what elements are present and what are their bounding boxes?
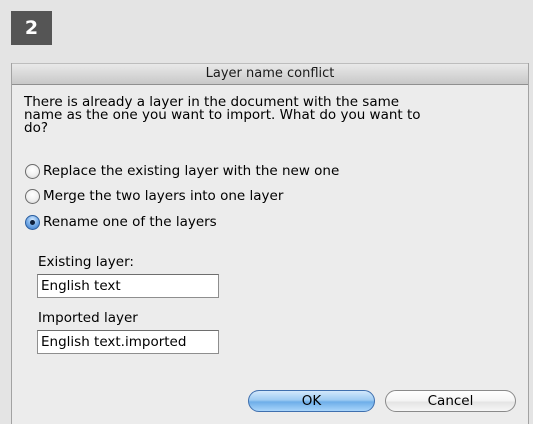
ok-button[interactable]: OK <box>248 390 375 412</box>
radio-button-icon[interactable] <box>25 188 40 204</box>
conflict-message: There is already a layer in the document… <box>24 95 524 136</box>
message-line: name as the one you want to import. What… <box>24 107 421 123</box>
dialog-title: Layer name conflict <box>12 63 528 85</box>
radio-button-icon[interactable] <box>25 163 40 179</box>
imported-layer-field[interactable]: English text.imported <box>37 330 219 354</box>
imported-layer-label: Imported layer <box>38 310 138 326</box>
step-number-badge: 2 <box>11 11 52 45</box>
existing-layer-label: Existing layer: <box>38 254 134 270</box>
option-rename-layer[interactable]: Rename one of the layers <box>25 213 217 231</box>
option-label: Rename one of the layers <box>43 214 217 230</box>
message-line: do? <box>24 120 48 136</box>
existing-layer-field[interactable]: English text <box>37 274 219 298</box>
cancel-button[interactable]: Cancel <box>385 390 516 412</box>
option-label: Replace the existing layer with the new … <box>43 163 340 179</box>
layer-name-conflict-dialog: Layer name conflict There is already a l… <box>11 63 529 424</box>
option-replace-layer[interactable]: Replace the existing layer with the new … <box>25 162 339 180</box>
option-merge-layers[interactable]: Merge the two layers into one layer <box>25 187 283 205</box>
radio-button-selected-icon[interactable] <box>25 214 40 230</box>
option-label: Merge the two layers into one layer <box>43 188 284 204</box>
